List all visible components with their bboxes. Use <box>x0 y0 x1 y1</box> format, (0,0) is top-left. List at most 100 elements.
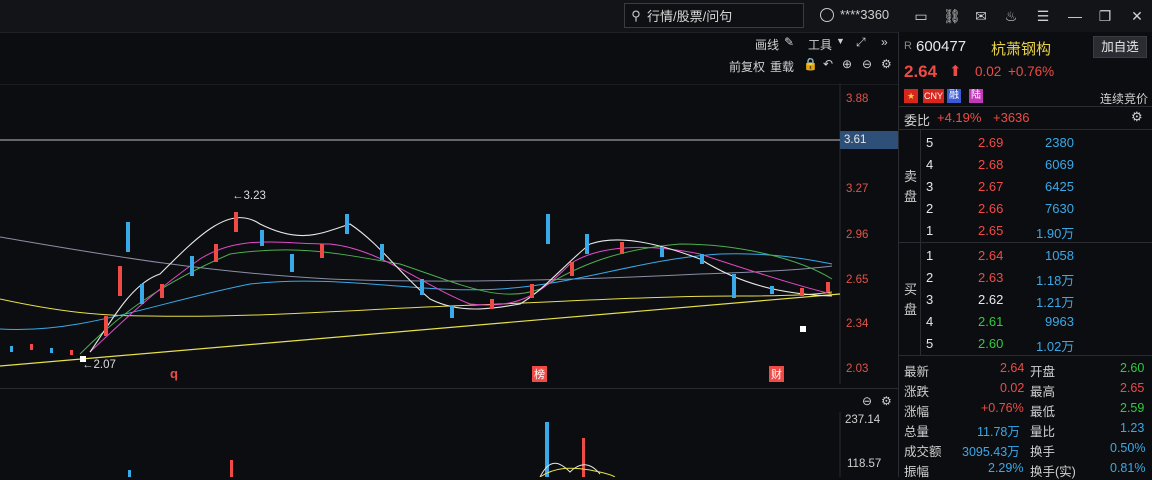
order-ratio-row: 委比 +4.19% +3636 ⚙ <box>899 107 1152 129</box>
r-tag: R <box>904 40 912 52</box>
zoom-out-icon[interactable]: ⊖ <box>862 57 872 71</box>
divider <box>0 388 898 389</box>
buy-row-2[interactable]: 2 2.63 1.18万 <box>899 267 1152 289</box>
stat-label: 换手(实) <box>1030 465 1076 479</box>
chevron-down-icon[interactable]: ▼ <box>836 36 845 46</box>
add-watchlist-button[interactable]: 加自选 <box>1093 36 1147 58</box>
reload-button[interactable]: 重载 <box>770 58 794 75</box>
stat-value: 1.23 <box>1120 421 1145 435</box>
stat-value: +0.76% <box>981 401 1024 415</box>
settings-icon[interactable]: ⚙ <box>881 57 892 71</box>
cny-badge: CNY <box>923 89 945 103</box>
draw-line-button[interactable]: 画线 <box>755 36 779 53</box>
high-annotation: ←3.23 <box>232 190 266 202</box>
close-icon[interactable]: ✕ <box>1128 7 1146 25</box>
search-box[interactable]: ⚲ 行情/股票/问句 <box>624 3 804 28</box>
buy-price: 2.61 <box>978 314 1004 329</box>
stat-value: 0.50% <box>1110 441 1146 455</box>
sell-row-4[interactable]: 4 2.68 6069 <box>899 154 1152 176</box>
marker-bang[interactable]: 榜 <box>532 366 547 382</box>
buy-row-5[interactable]: 5 2.60 1.02万 <box>899 333 1152 355</box>
buy-price: 2.63 <box>978 270 1004 285</box>
chart-toolbar: 画线 ✎ 工具 ▼ ⤢ » <box>0 32 898 54</box>
chart-area: 画线 ✎ 工具 ▼ ⤢ » 前复权 重载 🔒 ↶ ⊕ ⊖ ⚙ 3.88 3.61… <box>0 32 898 477</box>
stats-row: 振幅 2.29% 换手(实) 0.81% <box>899 458 1152 479</box>
lock-icon[interactable]: 🔒 <box>803 57 818 71</box>
sell-row-5[interactable]: 5 2.69 2380 <box>899 132 1152 154</box>
stat-value: 2.29% <box>988 461 1024 475</box>
buy-row-3[interactable]: 3 2.62 1.21万 <box>899 289 1152 311</box>
order-ratio-diff: +3636 <box>993 110 1030 125</box>
stats-row: 涨幅 +0.76% 最低 2.59 <box>899 398 1152 419</box>
share-icon[interactable]: ▭ <box>912 7 930 25</box>
marker-q[interactable]: q <box>170 366 178 381</box>
buy-volume: 1.21万 <box>1036 295 1075 310</box>
buy-volume: 1058 <box>1045 248 1074 263</box>
volume-zoom-out-icon[interactable]: ⊖ <box>862 394 872 408</box>
minimize-icon[interactable]: — <box>1066 7 1084 25</box>
stat-value: 0.81% <box>1110 461 1146 475</box>
trading-status: 连续竞价 <box>1100 92 1149 106</box>
sell-level: 2 <box>926 201 934 216</box>
margin-badge: 融 <box>947 89 961 103</box>
price-row: 2.64 ⬆ 0.02 +0.76% <box>899 60 1152 84</box>
search-input[interactable]: 行情/股票/问句 <box>647 6 732 25</box>
price-tick: 2.34 <box>846 318 869 330</box>
buy-row-4[interactable]: 4 2.61 9963 <box>899 311 1152 333</box>
stat-value: 2.64 <box>1000 361 1025 375</box>
buy-price: 2.62 <box>978 292 1004 307</box>
stats-table: 最新 2.64 开盘 2.60 涨跌 0.02 最高 2.65 涨幅 +0.76… <box>899 356 1152 479</box>
settings-icon[interactable]: ⚙ <box>1131 109 1143 125</box>
marker-cai[interactable]: 财 <box>769 366 784 382</box>
price-chart[interactable] <box>0 84 898 384</box>
price-tick: 2.65 <box>846 274 869 286</box>
restore-icon[interactable]: ❐ <box>1096 7 1114 25</box>
stats-row: 成交额 3095.43万 换手 0.50% <box>899 438 1152 459</box>
order-ratio-label: 委比 <box>904 113 931 128</box>
buy-level: 4 <box>926 314 934 329</box>
adjust-button[interactable]: 前复权 <box>729 58 765 75</box>
bell-icon[interactable]: ♨ <box>1002 7 1020 25</box>
menu-icon[interactable]: ☰ <box>1034 7 1052 25</box>
sell-volume: 6425 <box>1045 179 1074 194</box>
buy-book: 买 盘 1 2.64 1058 2 2.63 1.18万 3 2.62 1.21… <box>899 243 1152 355</box>
buy-price: 2.60 <box>978 336 1004 351</box>
sell-level: 4 <box>926 157 934 172</box>
stat-value: 2.65 <box>1120 381 1145 395</box>
tools-button[interactable]: 工具 <box>808 36 832 53</box>
sell-book: 卖 盘 5 2.69 2380 4 2.68 6069 3 2.67 6425 … <box>899 130 1152 242</box>
sell-volume: 6069 <box>1045 157 1074 172</box>
expand-right-icon[interactable]: » <box>881 35 888 49</box>
buy-level: 3 <box>926 292 934 307</box>
sell-row-1[interactable]: 1 2.65 1.90万 <box>899 220 1152 242</box>
sell-price: 2.67 <box>978 179 1004 194</box>
sell-level: 5 <box>926 135 934 150</box>
fullscreen-icon[interactable]: ⤢ <box>856 35 866 50</box>
sell-price: 2.65 <box>978 223 1004 238</box>
price-tick: 2.03 <box>846 363 869 375</box>
pencil-icon[interactable]: ✎ <box>784 35 794 49</box>
volume-chart[interactable] <box>0 412 898 477</box>
buy-level: 2 <box>926 270 934 285</box>
user-icon <box>820 7 834 22</box>
order-ratio-pct: +4.19% <box>937 110 982 125</box>
connect-badge: 陆 <box>969 89 983 103</box>
sell-row-2[interactable]: 2 2.66 7630 <box>899 198 1152 220</box>
zoom-in-icon[interactable]: ⊕ <box>842 57 852 71</box>
sell-row-3[interactable]: 3 2.67 6425 <box>899 176 1152 198</box>
price-change: 0.02 <box>975 64 1002 79</box>
chart-subtoolbar: 前复权 重载 🔒 ↶ ⊕ ⊖ ⚙ <box>0 54 898 76</box>
stat-label: 振幅 <box>904 465 930 479</box>
current-price: 2.64 <box>904 62 938 81</box>
volume-tick: 237.14 <box>845 414 881 426</box>
mail-icon[interactable]: ✉ <box>972 7 990 25</box>
stat-value: 2.60 <box>1120 361 1145 375</box>
user-account[interactable]: ****3360 <box>820 7 889 22</box>
shirt-icon[interactable]: ⛓ <box>943 7 961 25</box>
sell-price: 2.69 <box>978 135 1004 150</box>
up-arrow-icon: ⬆ <box>949 63 962 80</box>
buy-row-1[interactable]: 1 2.64 1058 <box>899 245 1152 267</box>
undo-icon[interactable]: ↶ <box>823 57 833 71</box>
stats-row: 最新 2.64 开盘 2.60 <box>899 358 1152 379</box>
volume-settings-icon[interactable]: ⚙ <box>881 394 892 408</box>
